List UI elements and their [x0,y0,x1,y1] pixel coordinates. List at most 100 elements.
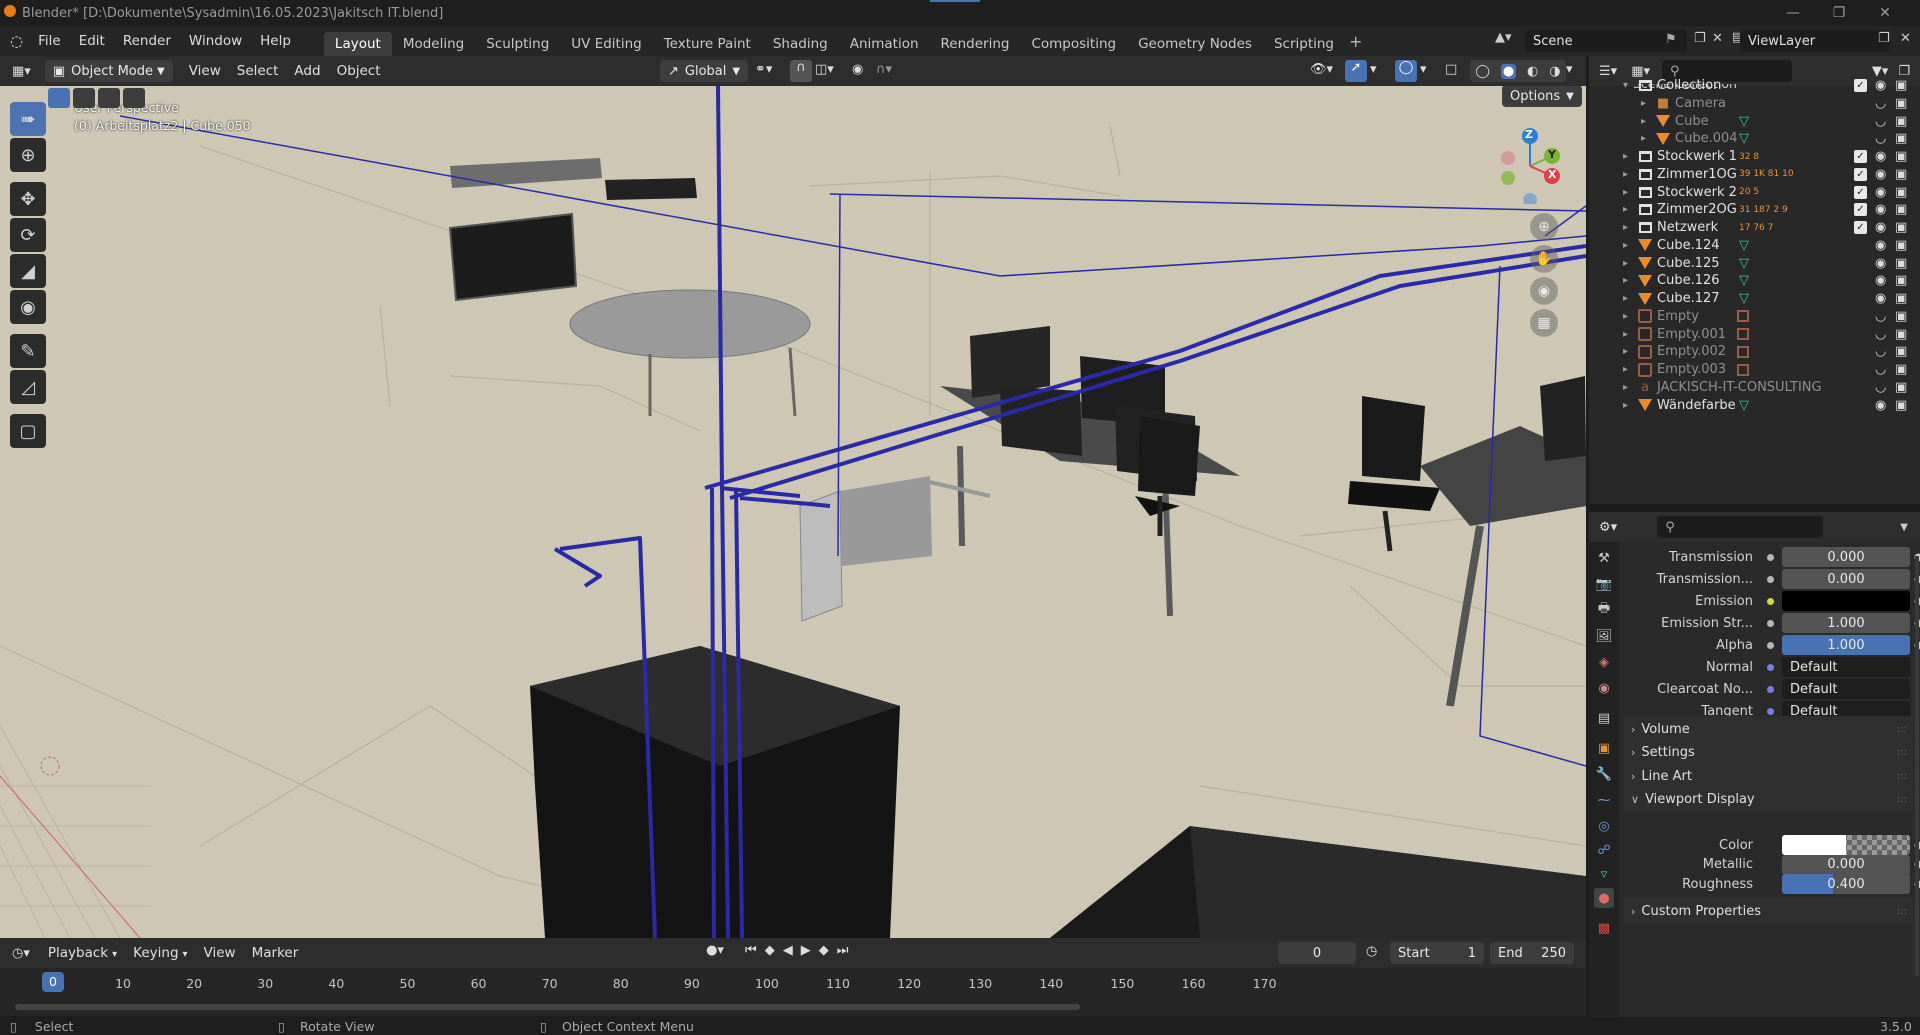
render-camera-icon[interactable]: ▣ [1895,256,1907,271]
render-camera-icon[interactable]: ▣ [1895,362,1907,377]
eye-icon[interactable]: ◉ [1875,185,1886,200]
hidden-eye-icon[interactable]: ◡ [1875,380,1886,395]
expand-arrow-icon[interactable]: ▸ [1623,346,1628,357]
expand-arrow-icon[interactable]: ▸ [1623,187,1628,198]
data-tab-icon[interactable]: ▿ [1594,864,1614,884]
world-tab-icon[interactable]: ◉ [1594,678,1614,698]
drag-handle-icon[interactable]: ::: [1897,724,1907,735]
timeline-menu-marker[interactable]: Marker [244,945,307,961]
render-camera-icon[interactable]: ▣ [1895,78,1907,93]
chevron-down-icon[interactable]: ▼ [1900,522,1908,533]
render-camera-icon[interactable]: ▣ [1895,220,1907,235]
timeline-scrollbar[interactable] [15,1004,1080,1010]
texture-tab-icon[interactable]: ▩ [1594,918,1614,938]
maximize-icon[interactable]: ❐ [1816,0,1862,26]
play-reverse-icon[interactable]: ◀ [783,943,793,958]
rotate-tool[interactable]: ⟳ [10,218,46,252]
rendered-shading-icon[interactable]: ◑ [1549,64,1560,79]
property-link-field[interactable]: Default [1782,679,1910,699]
select-box-tool[interactable]: ➠ [10,102,46,136]
drag-handle-icon[interactable]: ::: [1897,906,1907,917]
select-new-icon[interactable] [48,88,70,108]
exclude-checkbox[interactable]: ✓ [1854,203,1867,217]
start-frame-field[interactable]: Start 1 [1390,942,1484,964]
property-number-field[interactable]: 0.000 [1782,854,1910,875]
render-camera-icon[interactable]: ▣ [1895,380,1907,395]
navigation-gizmo[interactable]: Z Y X [1490,124,1570,207]
pivot-icon[interactable]: ⚭▾ [755,62,772,77]
property-number-field[interactable]: 1.000 [1782,613,1910,633]
eye-icon[interactable]: ◉ [1875,291,1886,306]
play-icon[interactable]: ▶ [801,943,811,958]
hidden-eye-icon[interactable]: ◡ [1875,114,1886,129]
scene-icon[interactable]: ▲▾ [1495,30,1512,45]
snap-icon[interactable]: ∩ [790,60,812,82]
expand-arrow-icon[interactable]: ▸ [1623,275,1628,286]
workspace-tab-compositing[interactable]: Compositing [1020,32,1127,56]
panel-section-header[interactable]: › Line Art::: [1623,763,1913,789]
overlay-toggle-icon[interactable]: ◯ [1395,60,1417,82]
delete-viewlayer-icon[interactable]: ✕ [1900,31,1911,46]
workspace-tab-geometry-nodes[interactable]: Geometry Nodes [1127,32,1263,56]
expand-arrow-icon[interactable]: ▸ [1641,116,1646,127]
new-viewlayer-icon[interactable]: ❐ [1878,31,1890,46]
render-camera-icon[interactable]: ▣ [1895,238,1907,253]
shading-dropdown-icon[interactable]: ▾ [1566,62,1573,77]
camera-view-icon[interactable]: ◉ [1530,277,1558,305]
render-camera-icon[interactable]: ▣ [1895,167,1907,182]
transform-orientation[interactable]: ↗ Global ▼ [660,60,749,82]
drag-handle-icon[interactable]: ::: [1897,794,1907,805]
object-tab-icon[interactable]: ▣ [1594,738,1614,758]
property-number-field[interactable]: 0.000 [1782,547,1910,567]
jump-end-icon[interactable]: ⏭ [837,943,849,958]
3d-viewport[interactable]: User Perspective (0) Arbeitsplatz2 | Cub… [0,86,1586,938]
eye-icon[interactable]: ◉ [1875,238,1886,253]
panel-section-header[interactable]: › Settings::: [1623,739,1913,766]
output-tab-icon[interactable]: 🖶 [1594,600,1614,620]
eye-icon[interactable]: ◉ [1875,202,1886,217]
workspace-tab-sculpting[interactable]: Sculpting [475,32,560,56]
eye-icon[interactable]: ◉ [1875,149,1886,164]
expand-arrow-icon[interactable]: ▸ [1623,204,1628,215]
viewport-color-swatch[interactable] [1782,835,1910,855]
menu-help[interactable]: Help [251,33,300,49]
falloff-icon[interactable]: ∩▾ [876,62,892,77]
overlay-dropdown-icon[interactable]: ▾ [1420,62,1427,77]
property-link-field[interactable]: Default [1782,657,1910,677]
transform-tool[interactable]: ◉ [10,290,46,324]
hidden-eye-icon[interactable]: ◡ [1875,327,1886,342]
select-intersect-icon[interactable] [123,88,145,108]
exclude-checkbox[interactable]: ✓ [1854,150,1867,163]
expand-arrow-icon[interactable]: ▸ [1623,293,1628,304]
frame-ruler[interactable]: 0 10 20 30 40 50 60 70 80 90 100 110 120 130 140 150 160… [0,970,1586,996]
properties-editor-icon[interactable]: ⚙▾ [1599,520,1617,535]
viewport-menu-object[interactable]: Object [329,63,389,79]
expand-arrow-icon[interactable]: ▾ [1623,80,1628,91]
exclude-checkbox[interactable]: ✓ [1854,221,1867,234]
eye-icon[interactable]: ◉ [1875,167,1886,182]
eye-icon[interactable]: ◉ [1875,78,1886,93]
expand-arrow-icon[interactable]: ▸ [1623,258,1628,269]
clock-icon[interactable]: ◷ [1366,944,1377,959]
panel-section-header[interactable]: › Custom Properties::: [1623,898,1913,924]
exclude-checkbox[interactable]: ✓ [1854,79,1867,92]
expand-arrow-icon[interactable]: ▸ [1623,364,1628,375]
properties-search-input[interactable]: ⚲ [1657,516,1824,538]
wireframe-shading-icon[interactable]: ◯ [1475,64,1490,79]
timeline-menu-keying[interactable]: Keying ▾ [125,945,195,961]
select-subtract-icon[interactable] [98,88,120,108]
property-number-field[interactable]: 0.400 [1782,874,1910,894]
select-extend-icon[interactable] [73,88,95,108]
menu-file[interactable]: File [29,33,70,49]
current-frame-field[interactable]: 0 [1278,942,1356,964]
emission-color-swatch[interactable] [1782,591,1910,611]
workspace-tab-layout[interactable]: Layout [323,32,392,56]
panel-section-header[interactable]: ∨ Viewport Display::: [1623,786,1913,813]
render-camera-icon[interactable]: ▣ [1895,131,1907,146]
next-keyframe-icon[interactable]: ◆ [819,943,829,958]
menu-edit[interactable]: Edit [70,33,114,49]
render-camera-icon[interactable]: ▣ [1895,202,1907,217]
render-camera-icon[interactable]: ▣ [1895,344,1907,359]
menu-window[interactable]: Window [180,33,251,49]
exclude-checkbox[interactable]: ✓ [1854,167,1867,181]
